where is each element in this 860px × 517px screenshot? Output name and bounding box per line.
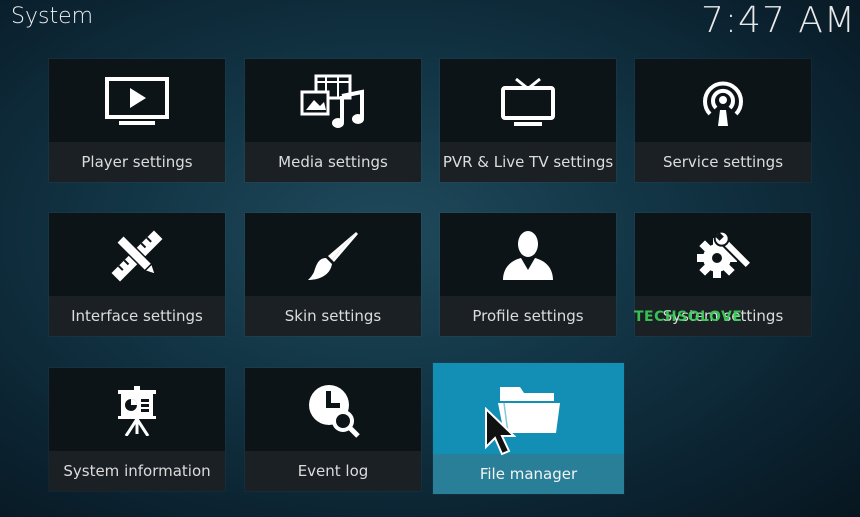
presentation-board-icon (118, 386, 156, 436)
tile-player-settings[interactable]: Player settings (49, 59, 225, 182)
mouse-cursor-icon (485, 407, 516, 456)
broadcast-icon (703, 81, 743, 126)
tile-label: PVR & Live TV settings (440, 142, 616, 182)
clock-search-icon (309, 385, 360, 438)
pencil-ruler-icon (111, 230, 163, 282)
user-icon (503, 231, 553, 280)
tile-profile-settings[interactable]: Profile settings (440, 213, 616, 336)
tile-pvr-live-tv-settings[interactable]: PVR & Live TV settings (440, 59, 616, 182)
tile-label: Player settings (49, 142, 225, 182)
tile-system-information[interactable]: System information (49, 368, 225, 491)
tile-interface-settings[interactable]: Interface settings (49, 213, 225, 336)
tile-service-settings[interactable]: Service settings (635, 59, 811, 182)
tile-label: Profile settings (440, 296, 616, 336)
tile-label: Event log (245, 451, 421, 491)
paintbrush-icon (308, 232, 358, 280)
monitor-play-icon (105, 77, 169, 125)
tile-label: Service settings (635, 142, 811, 182)
tile-event-log[interactable]: Event log (245, 368, 421, 491)
tile-label: System information (49, 451, 225, 491)
media-icon (300, 74, 364, 128)
tile-label: Media settings (245, 142, 421, 182)
tile-label: File manager (433, 454, 624, 494)
tile-label: Skin settings (245, 296, 421, 336)
tile-file-manager[interactable]: File manager (433, 363, 624, 494)
tile-label: Interface settings (49, 296, 225, 336)
tile-media-settings[interactable]: Media settings (245, 59, 421, 182)
page-title: System (11, 4, 94, 29)
clock: 7:47 AM (701, 0, 856, 41)
gear-wrench-icon (697, 230, 751, 278)
tv-icon (501, 77, 555, 126)
watermark: TECHSOLOVE (634, 309, 743, 325)
tile-skin-settings[interactable]: Skin settings (245, 213, 421, 336)
